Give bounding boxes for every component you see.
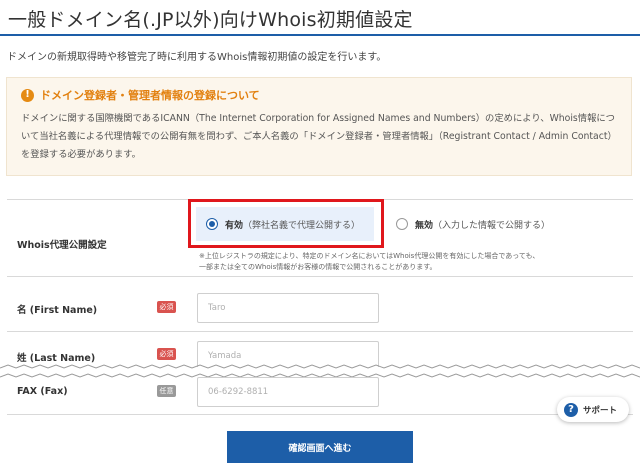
notice-header: ! ドメイン登録者・管理者情報の登録について xyxy=(21,87,260,103)
notice-box: ! ドメイン登録者・管理者情報の登録について ドメインに関する国際機関であるIC… xyxy=(6,77,632,176)
radio-unselected-icon xyxy=(396,218,408,230)
first-name-label: 名 (First Name) xyxy=(17,305,98,316)
warning-icon: ! xyxy=(21,88,34,102)
radio-proxy-disabled[interactable]: 無効（入力した情報で公開する） xyxy=(386,207,550,241)
required-badge: 必須 xyxy=(157,348,176,360)
fax-input[interactable] xyxy=(197,377,379,407)
notice-title: ドメイン登録者・管理者情報の登録について xyxy=(40,89,260,102)
form-divider xyxy=(7,331,633,332)
title-rule xyxy=(0,34,640,36)
page-title: 一般ドメイン名(.JP以外)向けWhois初期値設定 xyxy=(8,9,413,31)
radio-option-label: 無効（入力した情報で公開する） xyxy=(415,220,551,231)
optional-badge: 任意 xyxy=(157,385,176,397)
notice-body: ドメインに関する国際機関であるICANN（The Internet Corpor… xyxy=(21,113,617,160)
first-name-input[interactable] xyxy=(197,293,379,323)
fax-label: FAX (Fax) xyxy=(17,386,68,397)
form-divider xyxy=(7,276,633,277)
question-icon: ? xyxy=(564,402,578,417)
whois-proxy-label: Whois代理公開設定 xyxy=(17,240,107,251)
required-badge: 必須 xyxy=(157,301,176,313)
support-button[interactable]: ? サポート xyxy=(557,397,629,422)
last-name-label: 姓 (Last Name) xyxy=(17,353,96,364)
intro-text: ドメインの新規取得時や移管完了時に利用するWhois情報初期値の設定を行います。 xyxy=(7,52,387,63)
support-label: サポート xyxy=(583,405,618,416)
form-bottom-divider xyxy=(7,414,633,415)
highlight-annotation xyxy=(188,199,384,248)
proxy-note: ※上位レジストラの規定により、特定のドメイン名においてはWhois代理公開を有効… xyxy=(199,252,540,271)
proceed-to-confirm-button[interactable]: 確認画面へ進む xyxy=(227,431,413,463)
